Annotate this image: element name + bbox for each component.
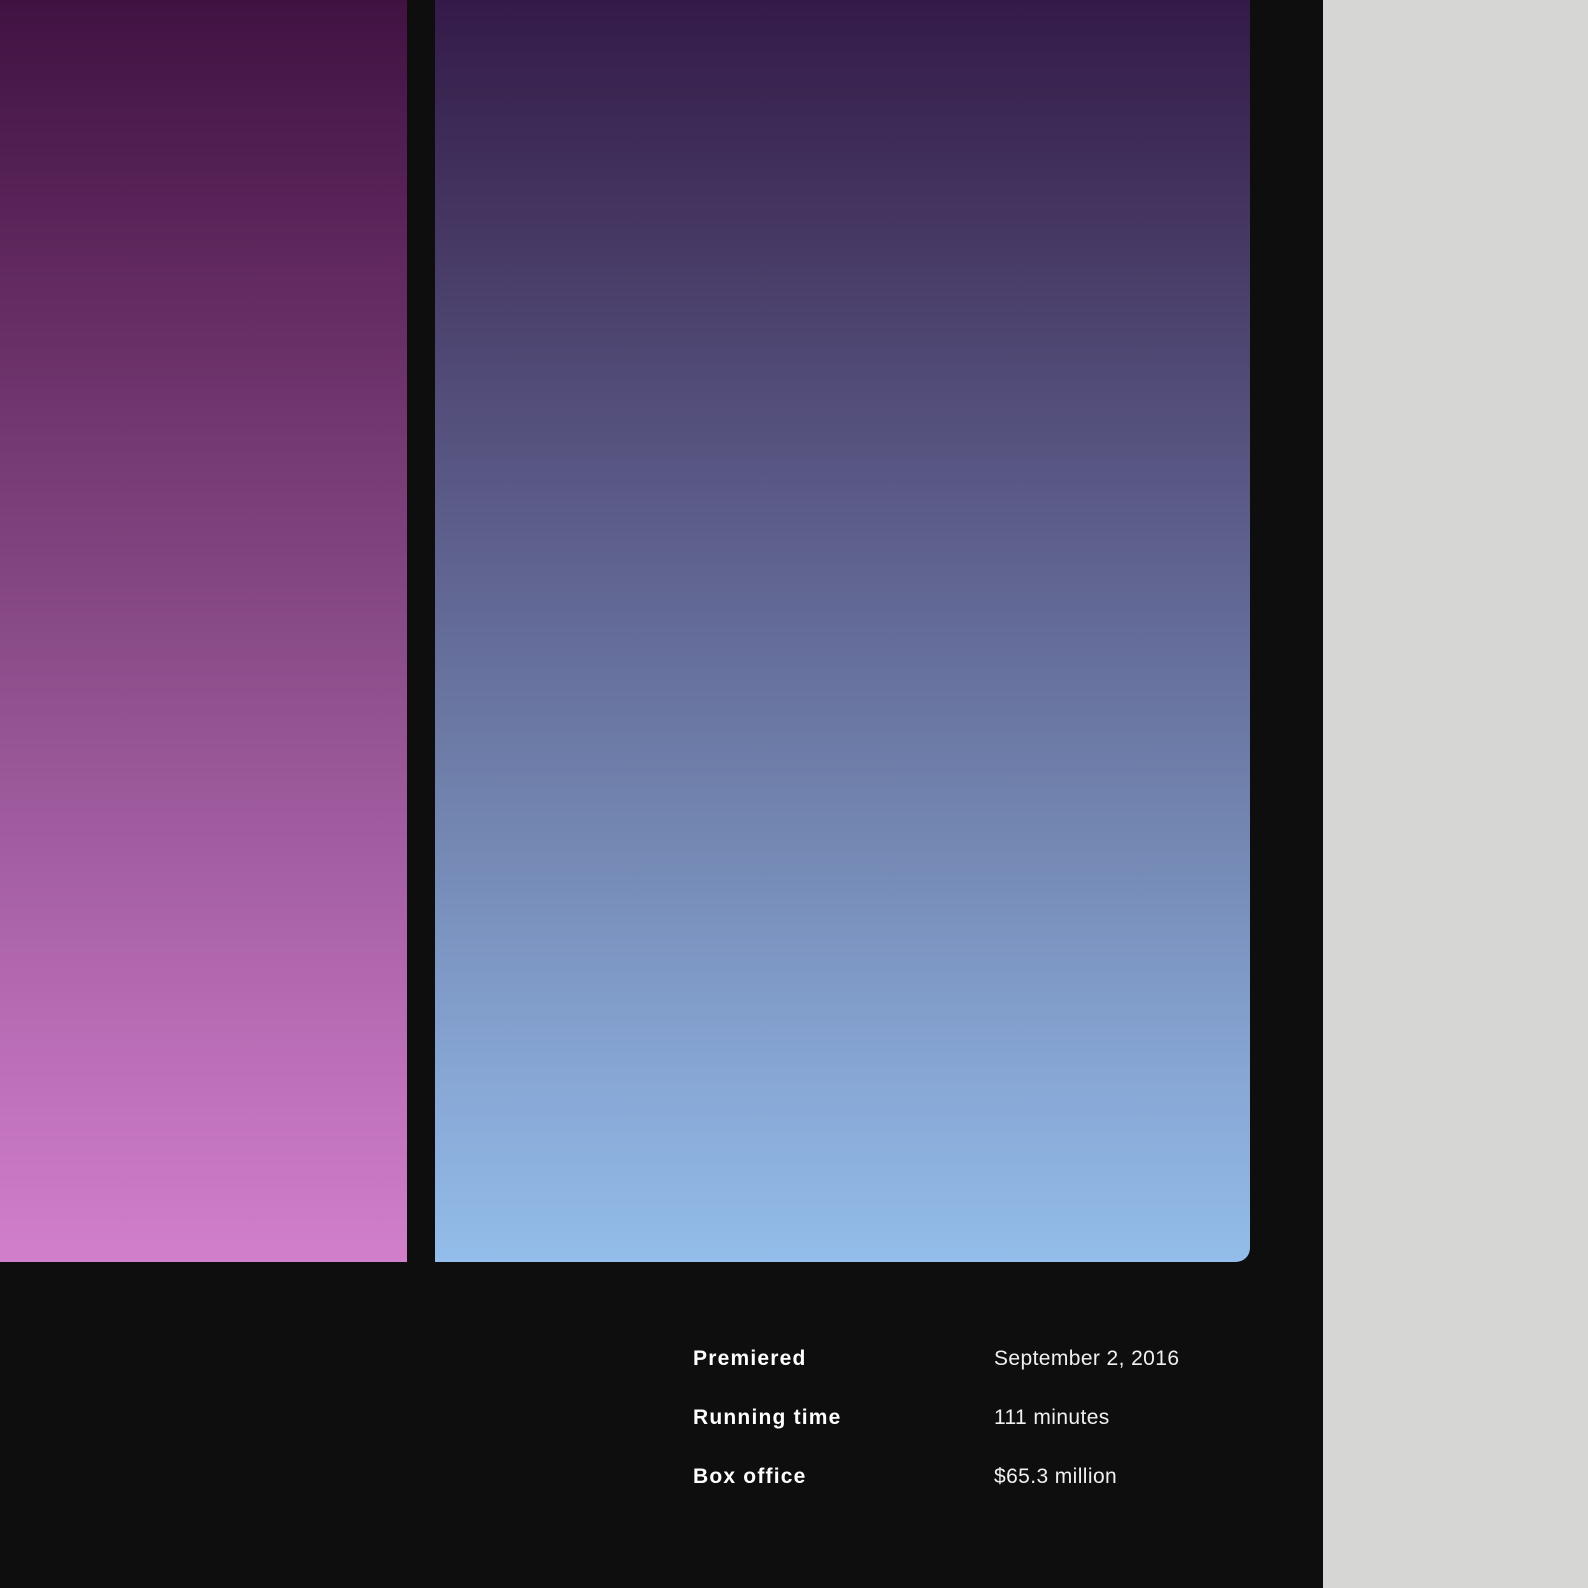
- info-label: Running time: [693, 1405, 842, 1429]
- poster-image-left[interactable]: [0, 0, 407, 1262]
- side-gutter: [1323, 0, 1588, 1588]
- info-value: $65.3 million: [994, 1464, 1118, 1488]
- poster-image-right[interactable]: [435, 0, 1250, 1262]
- info-value: 111 minutes: [994, 1405, 1110, 1429]
- info-row-running-time: Running time 111 minutes: [693, 1388, 1253, 1447]
- info-row-box-office: Box office $65.3 million: [693, 1447, 1253, 1506]
- info-value: September 2, 2016: [994, 1346, 1180, 1370]
- main-panel: Premiered September 2, 2016 Running time…: [0, 0, 1323, 1588]
- info-label: Box office: [693, 1464, 807, 1488]
- info-label: Premiered: [693, 1346, 807, 1370]
- film-info-table: Premiered September 2, 2016 Running time…: [693, 1329, 1253, 1506]
- info-row-premiered: Premiered September 2, 2016: [693, 1329, 1253, 1388]
